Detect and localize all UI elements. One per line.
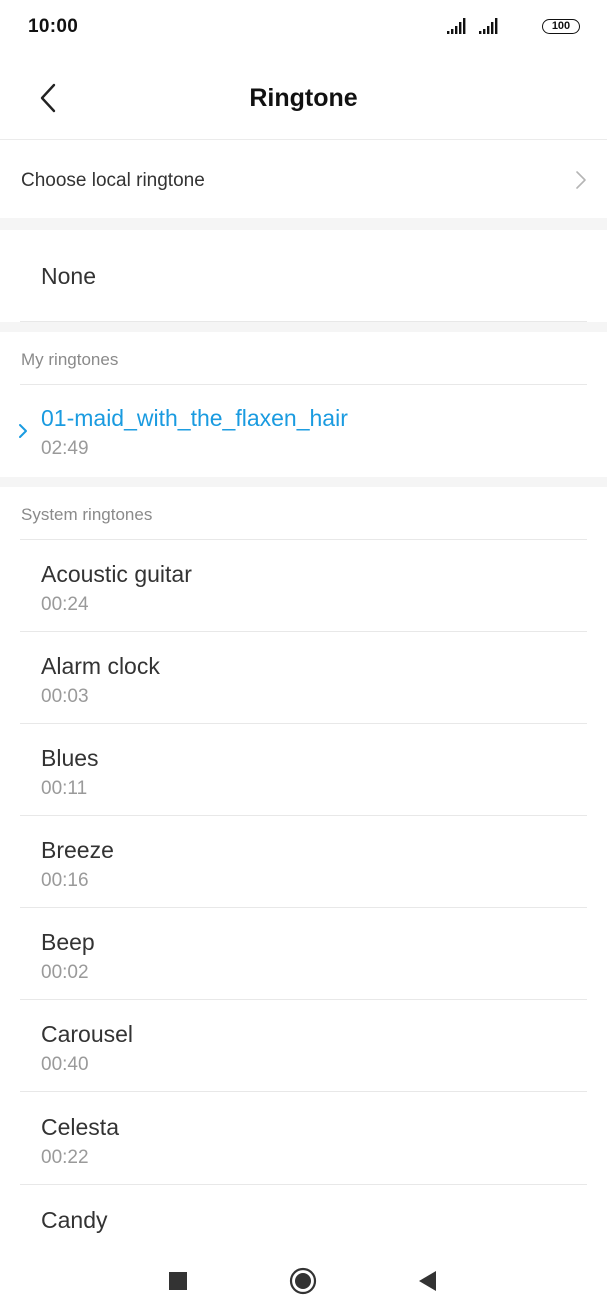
ringtone-item[interactable]: Acoustic guitar 00:24 [0, 540, 607, 632]
section-gap [0, 322, 607, 332]
ringtone-duration: 00:40 [41, 1054, 89, 1075]
section-gap [0, 218, 607, 230]
ringtone-title: None [41, 263, 96, 289]
circle-icon[interactable] [289, 1267, 317, 1295]
section-label: My ringtones [21, 350, 119, 369]
ringtone-title: Acoustic guitar [41, 561, 192, 587]
ringtone-duration: 00:02 [41, 962, 89, 983]
ringtone-none[interactable]: None [0, 230, 607, 322]
ringtone-duration: 00:03 [41, 686, 89, 707]
ringtone-item[interactable]: Alarm clock 00:03 [0, 632, 607, 724]
ringtone-item[interactable]: Breeze 00:16 [0, 816, 607, 908]
status-bar: 10:00 100 [0, 0, 607, 56]
status-time: 10:00 [28, 16, 79, 37]
ringtone-title: Blues [41, 745, 99, 771]
ringtone-item[interactable]: Carousel 00:40 [0, 1000, 607, 1092]
ringtone-title: Carousel [41, 1021, 134, 1047]
ringtone-item[interactable]: Candy [0, 1185, 607, 1243]
chevron-right-icon [576, 171, 586, 189]
battery-indicator: 100 [542, 19, 580, 34]
ringtone-title: Breeze [41, 837, 114, 863]
ringtone-duration: 00:24 [41, 594, 89, 615]
ringtone-title: 01-maid_with_the_flaxen_hair [41, 405, 348, 431]
section-header-my-ringtones: My ringtones [0, 332, 607, 385]
ringtone-duration: 00:11 [41, 778, 88, 799]
section-gap [0, 477, 607, 487]
triangle-left-icon[interactable] [414, 1267, 442, 1295]
choose-local-ringtone-button[interactable]: Choose local ringtone [0, 140, 607, 218]
ringtone-item[interactable]: Celesta 00:22 [0, 1092, 607, 1185]
ringtone-duration: 00:22 [41, 1147, 89, 1168]
section-label: System ringtones [21, 505, 153, 524]
ringtone-item-selected[interactable]: 01-maid_with_the_flaxen_hair 02:49 [0, 385, 607, 477]
choose-local-ringtone-label: Choose local ringtone [21, 170, 205, 191]
ringtone-title: Beep [41, 929, 95, 955]
signal-icon [447, 18, 466, 34]
ringtone-item[interactable]: Beep 00:02 [0, 908, 607, 1000]
ringtone-title: Candy [41, 1207, 108, 1233]
ringtone-title: Alarm clock [41, 653, 160, 679]
ringtone-duration: 02:49 [41, 438, 89, 459]
ringtone-title: Celesta [41, 1114, 119, 1140]
navigation-bar [0, 1243, 607, 1316]
section-header-system-ringtones: System ringtones [0, 487, 607, 540]
ringtone-duration: 00:16 [41, 870, 89, 891]
page-title: Ringtone [249, 84, 358, 112]
chevron-right-icon [19, 424, 27, 438]
signal-icon [479, 18, 498, 34]
ringtone-item[interactable]: Blues 00:11 [0, 724, 607, 816]
square-icon[interactable] [164, 1267, 192, 1295]
header: Ringtone [0, 56, 607, 140]
